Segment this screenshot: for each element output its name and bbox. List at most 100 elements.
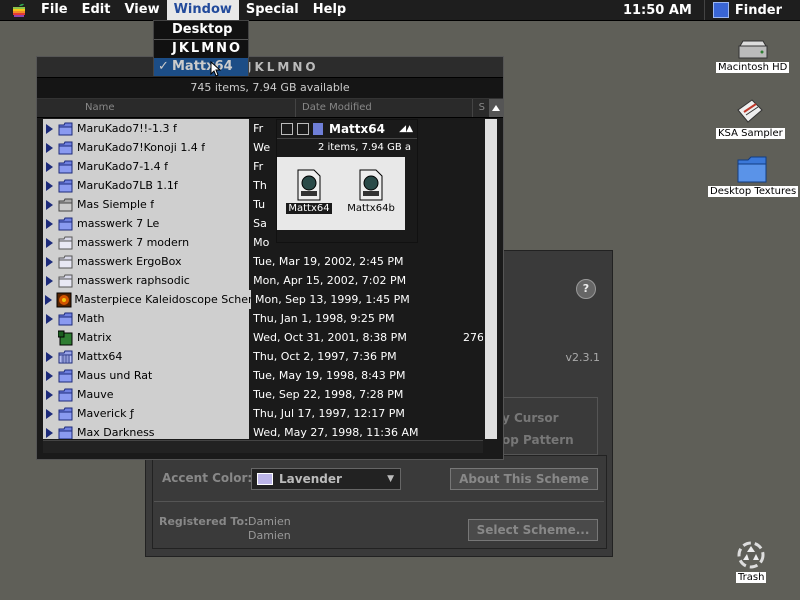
vertical-scrollbar[interactable] — [485, 119, 497, 439]
desktop-icon-trash[interactable]: Trash — [736, 540, 767, 583]
name-cell[interactable]: Mas Siemple f — [43, 195, 250, 214]
name-cell[interactable]: masswerk 7 Le — [43, 214, 250, 233]
mattx64-horizontal-scrollbar[interactable] — [277, 230, 417, 242]
name-cell[interactable]: Maverick ƒ — [43, 404, 250, 423]
divider — [154, 501, 604, 502]
disclosure-triangle-icon[interactable] — [43, 351, 55, 362]
disclosure-triangle-icon[interactable] — [43, 218, 55, 229]
table-row[interactable]: Math Thu, Jan 1, 1998, 9:25 PM — [43, 309, 483, 328]
disclosure-triangle-icon[interactable] — [43, 294, 54, 305]
apple-menu-icon[interactable] — [12, 2, 34, 18]
size-cell — [463, 290, 483, 309]
table-row[interactable]: Max Darkness Wed, May 27, 1998, 11:36 AM — [43, 423, 483, 439]
file-name: Matrix — [77, 331, 112, 344]
disclosure-triangle-icon[interactable] — [43, 199, 55, 210]
disclosure-triangle-icon[interactable] — [43, 161, 55, 172]
table-row[interactable]: Masterpiece Kaleidoscope Scheme Mon, Sep … — [43, 290, 483, 309]
menu-window[interactable]: Window — [166, 0, 239, 20]
document-icon — [297, 169, 321, 201]
name-cell[interactable]: masswerk 7 modern — [43, 233, 250, 252]
select-scheme-button[interactable]: Select Scheme... — [468, 519, 598, 541]
registered-name: Damien — [248, 515, 291, 528]
table-row[interactable]: masswerk ErgoBox Tue, Mar 19, 2002, 2:45 … — [43, 252, 483, 271]
menu-bar: File Edit View Window Special Help 11:50… — [0, 0, 800, 21]
disclosure-triangle-icon[interactable] — [43, 142, 55, 153]
name-cell[interactable]: Mauve — [43, 385, 250, 404]
desktop-icon-desktop-textures[interactable]: Desktop Textures — [708, 154, 799, 197]
close-box-icon[interactable] — [281, 123, 293, 135]
checkmark-icon: ✓ — [158, 59, 169, 74]
name-cell[interactable]: Matrix — [43, 328, 250, 347]
name-cell[interactable]: MaruKado7LB 1.1f — [43, 176, 250, 195]
name-cell[interactable]: Math — [43, 309, 250, 328]
name-cell[interactable]: MaruKado7!!-1.3 f — [43, 119, 250, 138]
help-button[interactable]: ? — [576, 279, 596, 299]
disclosure-triangle-icon[interactable] — [43, 313, 55, 324]
registered-to-label: Registered To: — [159, 515, 249, 528]
disclosure-triangle-icon[interactable] — [43, 123, 55, 134]
mattx64-vertical-scrollbar[interactable] — [405, 156, 417, 230]
disclosure-triangle-icon[interactable] — [43, 370, 55, 381]
horizontal-scrollbar[interactable] — [43, 440, 483, 453]
file-icon-mattx64b[interactable]: Mattx64b — [345, 169, 397, 214]
desktop-icon-ksa-sampler[interactable]: KSA Sampler — [716, 96, 785, 139]
menu-view[interactable]: View — [117, 0, 166, 20]
size-cell — [463, 157, 483, 176]
menu-special[interactable]: Special — [239, 0, 306, 20]
window-menu-item-desktop[interactable]: Desktop — [154, 21, 248, 39]
date-modified-cell: Thu, Jul 17, 1997, 12:17 PM — [249, 404, 464, 423]
name-cell[interactable]: Mattx64 — [43, 347, 250, 366]
disclosure-triangle-icon[interactable] — [43, 256, 55, 267]
name-cell[interactable]: Max Darkness — [43, 423, 250, 439]
mattx64-titlebar[interactable]: Mattx64 ◢▲ — [277, 120, 417, 138]
disclosure-triangle-icon[interactable] — [43, 408, 55, 419]
menu-file[interactable]: File — [34, 0, 75, 20]
window-menu-item-mattx64[interactable]: ✓ Mattx64 — [154, 58, 248, 76]
collapse-box-icon[interactable] — [297, 123, 309, 135]
window-title[interactable]: JKLMNO — [37, 57, 503, 78]
name-cell[interactable]: masswerk raphsodic — [43, 271, 250, 290]
name-cell[interactable]: Masterpiece Kaleidoscope Scheme — [43, 290, 251, 309]
version-label: v2.3.1 — [565, 351, 601, 364]
name-cell[interactable]: masswerk ErgoBox — [43, 252, 250, 271]
column-header-name[interactable]: Name — [37, 99, 296, 117]
disclosure-triangle-icon[interactable] — [43, 427, 55, 438]
table-row[interactable]: masswerk raphsodic Mon, Apr 15, 2002, 7:0… — [43, 271, 483, 290]
column-header-size[interactable]: S — [473, 99, 489, 117]
sort-direction-icon[interactable] — [489, 99, 503, 117]
folder-icon — [55, 255, 77, 269]
application-menu[interactable]: Finder — [703, 0, 800, 20]
window-menu-item-jklmno[interactable]: JKLMNO — [154, 40, 248, 58]
disclosure-triangle-icon[interactable] — [43, 180, 55, 191]
zoom-box-icon[interactable]: ◢▲ — [399, 124, 413, 134]
registered-name: Damien — [248, 529, 291, 542]
disclosure-triangle-icon[interactable] — [43, 275, 55, 286]
table-row[interactable]: Maverick ƒ Thu, Jul 17, 1997, 12:17 PM — [43, 404, 483, 423]
menu-edit[interactable]: Edit — [75, 0, 118, 20]
file-icon-mattx64[interactable]: Mattx64 — [283, 169, 335, 214]
name-cell[interactable]: Maus und Rat — [43, 366, 250, 385]
table-row[interactable]: Matrix Wed, Oct 31, 2001, 8:38 PM 276 — [43, 328, 483, 347]
about-scheme-button[interactable]: About This Scheme — [450, 468, 598, 490]
file-name: masswerk raphsodic — [77, 274, 190, 287]
desktop-icon-macintosh-hd[interactable]: Macintosh HD — [716, 40, 790, 73]
option-pattern[interactable]: op Pattern — [502, 429, 574, 451]
folder-icon — [55, 141, 77, 155]
disclosure-triangle-icon[interactable] — [43, 237, 55, 248]
file-name: Maus und Rat — [77, 369, 153, 382]
table-row[interactable]: Mauve Tue, Sep 22, 1998, 7:28 PM — [43, 385, 483, 404]
folder-icon — [55, 369, 77, 383]
name-cell[interactable]: MaruKado7-1.4 f — [43, 157, 250, 176]
name-cell[interactable]: MaruKado7!Konoji 1.4 f — [43, 138, 250, 157]
scheme-icon — [54, 292, 74, 308]
menu-help[interactable]: Help — [306, 0, 353, 20]
accent-color-popup[interactable]: Lavender ▼ — [251, 468, 401, 490]
option-cursor[interactable]: y Cursor — [502, 407, 574, 429]
file-name: MaruKado7LB 1.1f — [77, 179, 178, 192]
hard-drive-icon — [738, 40, 768, 59]
table-row[interactable]: Mattx64 Thu, Oct 2, 1997, 7:36 PM — [43, 347, 483, 366]
menubar-clock[interactable]: 11:50 AM — [611, 3, 704, 18]
table-row[interactable]: Maus und Rat Tue, May 19, 1998, 8:43 PM — [43, 366, 483, 385]
disclosure-triangle-icon[interactable] — [43, 389, 55, 400]
column-header-date[interactable]: Date Modified — [296, 99, 473, 117]
